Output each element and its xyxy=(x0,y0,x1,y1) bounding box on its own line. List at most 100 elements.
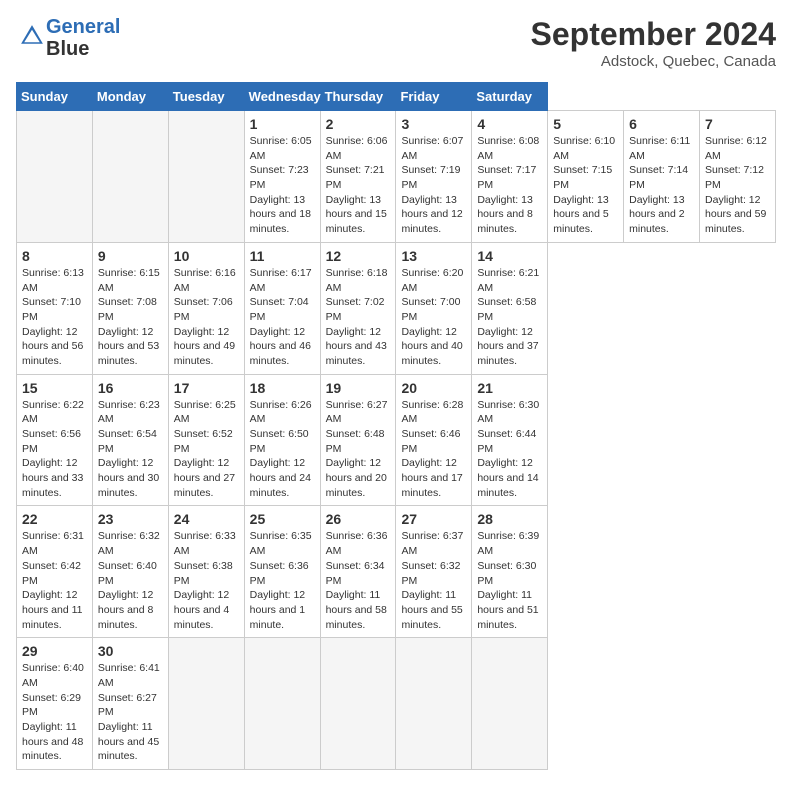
day-number: 24 xyxy=(174,511,239,527)
day-cell-17: 17 Sunrise: 6:25 AM Sunset: 6:52 PM Dayl… xyxy=(168,374,244,506)
day-cell-8: 8 Sunrise: 6:13 AM Sunset: 7:10 PM Dayli… xyxy=(17,242,93,374)
empty-cell xyxy=(244,638,320,770)
day-cell-18: 18 Sunrise: 6:26 AM Sunset: 6:50 PM Dayl… xyxy=(244,374,320,506)
day-info: Sunrise: 6:41 AM Sunset: 6:27 PM Dayligh… xyxy=(98,661,163,764)
day-number: 28 xyxy=(477,511,542,527)
day-cell-10: 10 Sunrise: 6:16 AM Sunset: 7:06 PM Dayl… xyxy=(168,242,244,374)
month-title: September 2024 xyxy=(531,16,776,53)
logo-blue: Blue xyxy=(46,38,89,60)
calendar-table: SundayMondayTuesdayWednesdayThursdayFrid… xyxy=(16,82,776,770)
day-info: Sunrise: 6:13 AM Sunset: 7:10 PM Dayligh… xyxy=(22,266,87,369)
day-cell-2: 2 Sunrise: 6:06 AM Sunset: 7:21 PM Dayli… xyxy=(320,111,396,243)
day-info: Sunrise: 6:40 AM Sunset: 6:29 PM Dayligh… xyxy=(22,661,87,764)
title-section: September 2024 Adstock, Quebec, Canada xyxy=(531,16,776,70)
day-cell-29: 29 Sunrise: 6:40 AM Sunset: 6:29 PM Dayl… xyxy=(17,638,93,770)
empty-cell xyxy=(320,638,396,770)
day-info: Sunrise: 6:16 AM Sunset: 7:06 PM Dayligh… xyxy=(174,266,239,369)
day-number: 20 xyxy=(401,380,466,396)
day-info: Sunrise: 6:32 AM Sunset: 6:40 PM Dayligh… xyxy=(98,529,163,632)
calendar-week-0: 1 Sunrise: 6:05 AM Sunset: 7:23 PM Dayli… xyxy=(17,111,776,243)
day-cell-30: 30 Sunrise: 6:41 AM Sunset: 6:27 PM Dayl… xyxy=(92,638,168,770)
empty-cell xyxy=(92,111,168,243)
day-number: 21 xyxy=(477,380,542,396)
header-wednesday: Wednesday xyxy=(244,83,320,111)
day-number: 29 xyxy=(22,643,87,659)
day-number: 8 xyxy=(22,248,87,264)
day-number: 30 xyxy=(98,643,163,659)
calendar-body: 1 Sunrise: 6:05 AM Sunset: 7:23 PM Dayli… xyxy=(17,111,776,770)
day-number: 1 xyxy=(250,116,315,132)
day-number: 3 xyxy=(401,116,466,132)
day-number: 5 xyxy=(553,116,618,132)
day-info: Sunrise: 6:15 AM Sunset: 7:08 PM Dayligh… xyxy=(98,266,163,369)
day-info: Sunrise: 6:05 AM Sunset: 7:23 PM Dayligh… xyxy=(250,134,315,237)
day-cell-5: 5 Sunrise: 6:10 AM Sunset: 7:15 PM Dayli… xyxy=(548,111,624,243)
calendar-week-4: 29 Sunrise: 6:40 AM Sunset: 6:29 PM Dayl… xyxy=(17,638,776,770)
day-number: 26 xyxy=(326,511,391,527)
day-number: 25 xyxy=(250,511,315,527)
day-number: 14 xyxy=(477,248,542,264)
day-info: Sunrise: 6:37 AM Sunset: 6:32 PM Dayligh… xyxy=(401,529,466,632)
day-number: 2 xyxy=(326,116,391,132)
calendar-week-2: 15 Sunrise: 6:22 AM Sunset: 6:56 PM Dayl… xyxy=(17,374,776,506)
day-number: 18 xyxy=(250,380,315,396)
day-info: Sunrise: 6:20 AM Sunset: 7:00 PM Dayligh… xyxy=(401,266,466,369)
day-info: Sunrise: 6:18 AM Sunset: 7:02 PM Dayligh… xyxy=(326,266,391,369)
header-thursday: Thursday xyxy=(320,83,396,111)
day-number: 16 xyxy=(98,380,163,396)
day-number: 7 xyxy=(705,116,770,132)
day-cell-12: 12 Sunrise: 6:18 AM Sunset: 7:02 PM Dayl… xyxy=(320,242,396,374)
day-cell-13: 13 Sunrise: 6:20 AM Sunset: 7:00 PM Dayl… xyxy=(396,242,472,374)
day-info: Sunrise: 6:30 AM Sunset: 6:44 PM Dayligh… xyxy=(477,398,542,501)
day-info: Sunrise: 6:23 AM Sunset: 6:54 PM Dayligh… xyxy=(98,398,163,501)
day-cell-9: 9 Sunrise: 6:15 AM Sunset: 7:08 PM Dayli… xyxy=(92,242,168,374)
day-cell-27: 27 Sunrise: 6:37 AM Sunset: 6:32 PM Dayl… xyxy=(396,506,472,638)
day-info: Sunrise: 6:39 AM Sunset: 6:30 PM Dayligh… xyxy=(477,529,542,632)
day-info: Sunrise: 6:10 AM Sunset: 7:15 PM Dayligh… xyxy=(553,134,618,237)
day-cell-15: 15 Sunrise: 6:22 AM Sunset: 6:56 PM Dayl… xyxy=(17,374,93,506)
day-cell-1: 1 Sunrise: 6:05 AM Sunset: 7:23 PM Dayli… xyxy=(244,111,320,243)
empty-cell xyxy=(168,111,244,243)
day-number: 22 xyxy=(22,511,87,527)
calendar-week-3: 22 Sunrise: 6:31 AM Sunset: 6:42 PM Dayl… xyxy=(17,506,776,638)
day-cell-23: 23 Sunrise: 6:32 AM Sunset: 6:40 PM Dayl… xyxy=(92,506,168,638)
day-number: 11 xyxy=(250,248,315,264)
day-info: Sunrise: 6:27 AM Sunset: 6:48 PM Dayligh… xyxy=(326,398,391,501)
header-saturday: Saturday xyxy=(472,83,548,111)
day-number: 9 xyxy=(98,248,163,264)
day-number: 13 xyxy=(401,248,466,264)
day-cell-28: 28 Sunrise: 6:39 AM Sunset: 6:30 PM Dayl… xyxy=(472,506,548,638)
day-number: 12 xyxy=(326,248,391,264)
day-number: 27 xyxy=(401,511,466,527)
day-cell-20: 20 Sunrise: 6:28 AM Sunset: 6:46 PM Dayl… xyxy=(396,374,472,506)
day-cell-4: 4 Sunrise: 6:08 AM Sunset: 7:17 PM Dayli… xyxy=(472,111,548,243)
day-cell-6: 6 Sunrise: 6:11 AM Sunset: 7:14 PM Dayli… xyxy=(624,111,700,243)
day-info: Sunrise: 6:17 AM Sunset: 7:04 PM Dayligh… xyxy=(250,266,315,369)
day-cell-3: 3 Sunrise: 6:07 AM Sunset: 7:19 PM Dayli… xyxy=(396,111,472,243)
empty-cell xyxy=(396,638,472,770)
header-friday: Friday xyxy=(396,83,472,111)
day-cell-26: 26 Sunrise: 6:36 AM Sunset: 6:34 PM Dayl… xyxy=(320,506,396,638)
logo: General Blue xyxy=(16,16,120,60)
day-info: Sunrise: 6:08 AM Sunset: 7:17 PM Dayligh… xyxy=(477,134,542,237)
day-cell-16: 16 Sunrise: 6:23 AM Sunset: 6:54 PM Dayl… xyxy=(92,374,168,506)
day-cell-22: 22 Sunrise: 6:31 AM Sunset: 6:42 PM Dayl… xyxy=(17,506,93,638)
day-number: 10 xyxy=(174,248,239,264)
day-info: Sunrise: 6:21 AM Sunset: 6:58 PM Dayligh… xyxy=(477,266,542,369)
day-number: 4 xyxy=(477,116,542,132)
day-number: 23 xyxy=(98,511,163,527)
calendar-week-1: 8 Sunrise: 6:13 AM Sunset: 7:10 PM Dayli… xyxy=(17,242,776,374)
day-number: 15 xyxy=(22,380,87,396)
header-tuesday: Tuesday xyxy=(168,83,244,111)
day-cell-14: 14 Sunrise: 6:21 AM Sunset: 6:58 PM Dayl… xyxy=(472,242,548,374)
day-info: Sunrise: 6:33 AM Sunset: 6:38 PM Dayligh… xyxy=(174,529,239,632)
empty-cell xyxy=(17,111,93,243)
empty-cell xyxy=(168,638,244,770)
day-cell-11: 11 Sunrise: 6:17 AM Sunset: 7:04 PM Dayl… xyxy=(244,242,320,374)
day-cell-24: 24 Sunrise: 6:33 AM Sunset: 6:38 PM Dayl… xyxy=(168,506,244,638)
day-info: Sunrise: 6:07 AM Sunset: 7:19 PM Dayligh… xyxy=(401,134,466,237)
day-cell-7: 7 Sunrise: 6:12 AM Sunset: 7:12 PM Dayli… xyxy=(700,111,776,243)
calendar-header-row: SundayMondayTuesdayWednesdayThursdayFrid… xyxy=(17,83,776,111)
day-info: Sunrise: 6:36 AM Sunset: 6:34 PM Dayligh… xyxy=(326,529,391,632)
day-cell-19: 19 Sunrise: 6:27 AM Sunset: 6:48 PM Dayl… xyxy=(320,374,396,506)
